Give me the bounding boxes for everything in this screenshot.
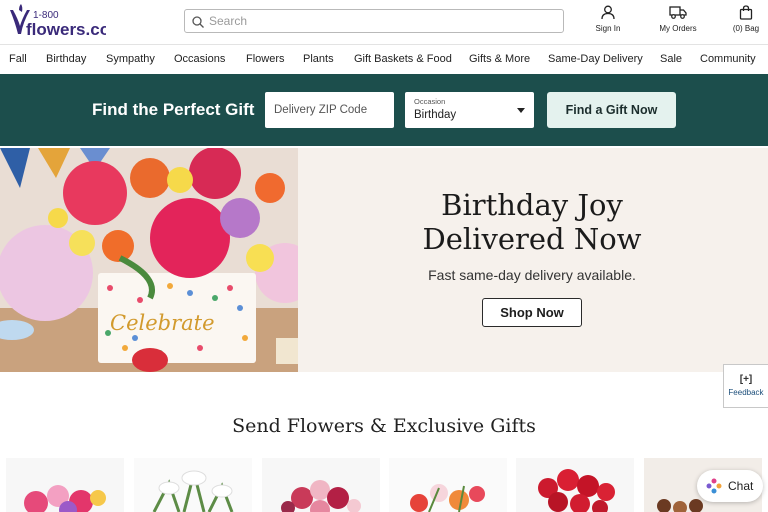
gift-finder-bar: Find the Perfect Gift Occasion Birthday …: [0, 74, 768, 146]
sign-in-label: Sign In: [595, 24, 621, 33]
search-icon: [192, 15, 204, 33]
feedback-plus-icon: [+]: [739, 374, 753, 385]
nav-item-gift-baskets[interactable]: Gift Baskets & Food: [354, 53, 452, 65]
nav-item-gifts-more[interactable]: Gifts & More: [469, 53, 530, 65]
sign-in-button[interactable]: Sign In: [588, 5, 628, 39]
gift-finder-title: Find the Perfect Gift: [92, 100, 255, 119]
user-icon: [601, 5, 615, 20]
chat-label: Chat: [728, 479, 754, 493]
nav-item-birthday[interactable]: Birthday: [46, 53, 86, 65]
nav-item-same-day-delivery[interactable]: Same-Day Delivery: [548, 53, 643, 65]
product-tile-1[interactable]: [6, 458, 124, 512]
occasion-label: Occasion: [414, 97, 446, 106]
my-orders-button[interactable]: My Orders: [651, 5, 705, 39]
feedback-label: Feedback: [728, 388, 764, 397]
truck-icon: [669, 6, 687, 19]
nav-item-sympathy[interactable]: Sympathy: [106, 53, 155, 65]
nav-item-community[interactable]: Community: [700, 53, 756, 65]
zip-code-input[interactable]: [265, 92, 394, 128]
hero-title: Birthday Joy Delivered Now: [298, 188, 766, 256]
occasion-value: Birthday: [414, 109, 457, 121]
shopping-bag-icon: [739, 5, 753, 20]
search-box[interactable]: [184, 9, 564, 33]
hero-title-line-2: Delivered Now: [422, 222, 642, 256]
product-tile-3[interactable]: [262, 458, 380, 512]
find-gift-button[interactable]: Find a Gift Now: [547, 92, 676, 128]
hero-banner: Celebrate Birthday Joy Delivered Now Fas…: [0, 148, 768, 372]
main-nav: Fall Birthday Sympathy Occasions Flowers…: [0, 44, 768, 74]
shop-now-button[interactable]: Shop Now: [482, 298, 582, 327]
product-tile-2[interactable]: [134, 458, 252, 512]
bag-button[interactable]: (0) Bag: [726, 5, 766, 39]
occasion-select[interactable]: Occasion Birthday: [405, 92, 534, 128]
nav-item-flowers[interactable]: Flowers: [246, 53, 285, 65]
nav-item-plants[interactable]: Plants: [303, 53, 334, 65]
product-tile-4[interactable]: [389, 458, 507, 512]
product-tile-5[interactable]: [516, 458, 634, 512]
svg-text:flowers.com: flowers.com: [26, 20, 106, 39]
nav-item-fall[interactable]: Fall: [9, 53, 27, 65]
site-header: 1-800 flowers.com Sign In My Orders (0) …: [0, 0, 768, 44]
nav-item-sale[interactable]: Sale: [660, 53, 682, 65]
hero-title-line-1: Birthday Joy: [441, 188, 623, 222]
caret-down-icon: [517, 108, 525, 113]
svg-text:Celebrate: Celebrate: [110, 311, 215, 335]
nav-item-occasions[interactable]: Occasions: [174, 53, 225, 65]
site-logo[interactable]: 1-800 flowers.com: [6, 4, 125, 40]
feedback-tab[interactable]: [+] Feedback: [723, 364, 768, 408]
hero-subtitle: Fast same-day delivery available.: [428, 267, 636, 283]
section-title: Send Flowers & Exclusive Gifts: [232, 415, 536, 437]
chat-sparkle-icon: [705, 477, 723, 500]
chat-button[interactable]: Chat: [697, 470, 763, 502]
search-input[interactable]: [209, 12, 549, 30]
hero-bouquet-image[interactable]: Celebrate: [0, 148, 315, 372]
bag-label: (0) Bag: [732, 24, 760, 33]
my-orders-label: My Orders: [659, 24, 697, 33]
